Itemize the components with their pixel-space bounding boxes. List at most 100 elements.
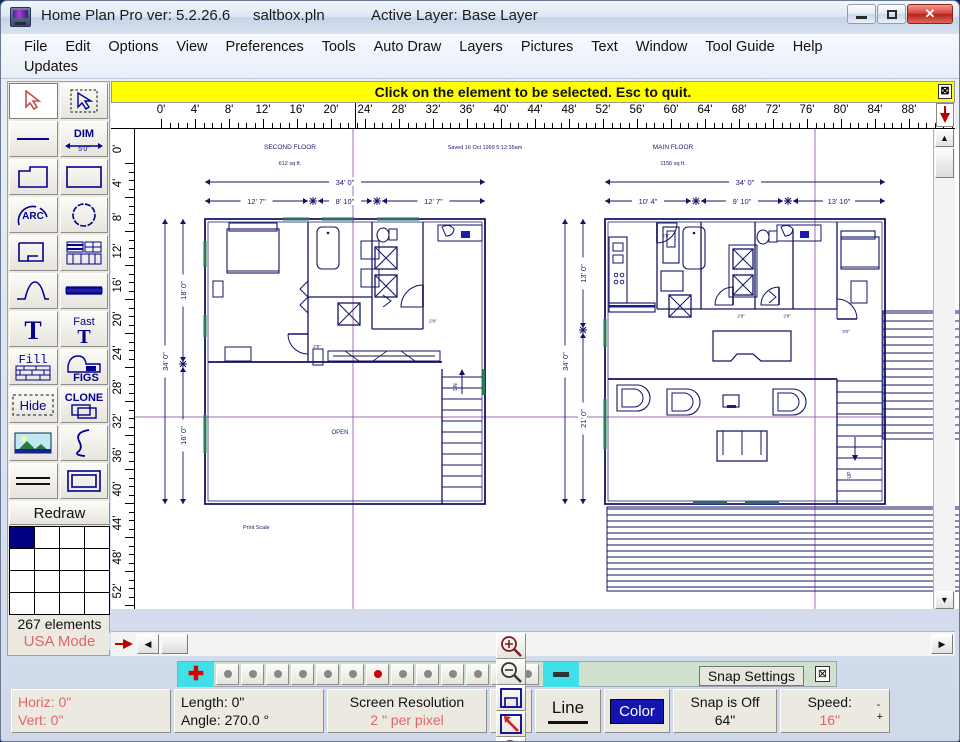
color-swatch[interactable]: [35, 571, 59, 592]
window-tool[interactable]: [59, 235, 108, 271]
layer-dot-button[interactable]: [391, 663, 414, 685]
zoom-window-button[interactable]: [496, 737, 526, 741]
layer-dot-button[interactable]: [216, 663, 239, 685]
scroll-down-button[interactable]: ▼: [935, 591, 954, 609]
remove-layer-button[interactable]: [543, 661, 579, 687]
ruler-label: 88': [901, 104, 917, 116]
horizontal-scroll-thumb[interactable]: [161, 634, 188, 654]
freehand-tool[interactable]: [59, 425, 108, 461]
text-tool[interactable]: T: [9, 311, 58, 347]
color-panel[interactable]: Color: [604, 689, 670, 733]
layer-dot-button[interactable]: [316, 663, 339, 685]
snap-panel[interactable]: Snap is Off 64": [673, 689, 777, 733]
frame-tool[interactable]: [59, 463, 108, 499]
menu-item-text[interactable]: Text: [582, 37, 627, 57]
color-swatch[interactable]: [10, 571, 34, 592]
zoom-previous-button[interactable]: [496, 711, 526, 737]
menu-item-help[interactable]: Help: [784, 37, 832, 57]
zoom-out-button[interactable]: [496, 659, 526, 685]
speed-spinner[interactable]: - +: [877, 699, 883, 723]
layer-dot-button[interactable]: [366, 663, 389, 685]
fast-text-tool[interactable]: Fast T: [59, 311, 108, 347]
drawing-canvas[interactable]: SECOND FLOOR 612 sq ft. Saved 16 Oct 1999 …: [135, 129, 959, 609]
layer-dot-button[interactable]: [266, 663, 289, 685]
zoom-in-button[interactable]: [496, 633, 526, 659]
color-swatch[interactable]: [60, 571, 84, 592]
color-swatch[interactable]: [60, 549, 84, 570]
snap-settings-button[interactable]: Snap Settings: [698, 666, 804, 686]
color-button[interactable]: Color: [610, 698, 664, 724]
arc-tool[interactable]: ARC: [9, 197, 58, 233]
horizontal-scrollbar[interactable]: ◀ ▶: [111, 631, 955, 656]
color-swatch[interactable]: [10, 593, 34, 614]
color-swatch[interactable]: [60, 527, 84, 548]
color-swatch[interactable]: [85, 549, 109, 570]
layer-dot-button[interactable]: [291, 663, 314, 685]
menu-item-preferences[interactable]: Preferences: [217, 37, 313, 57]
layer-dot-button[interactable]: [441, 663, 464, 685]
select-box-tool[interactable]: [59, 83, 108, 119]
double-line-tool[interactable]: [9, 463, 58, 499]
color-swatch[interactable]: [35, 593, 59, 614]
scroll-right-button[interactable]: ▶: [931, 634, 953, 654]
dimension-tool[interactable]: DIM 5'0": [59, 121, 108, 157]
minimize-button[interactable]: [847, 4, 876, 24]
vertical-ruler[interactable]: 0' 4' 8' 12' 16' 20' 24' 28' 32' 36' 40' 44' 48' 52': [111, 129, 135, 609]
add-layer-button[interactable]: ✚: [178, 661, 214, 687]
speed-increase-button[interactable]: +: [877, 711, 883, 723]
ruler-tick: [603, 119, 604, 128]
vertical-scrollbar[interactable]: ▲ ▼: [933, 103, 955, 609]
menu-item-layers[interactable]: Layers: [450, 37, 512, 57]
menu-item-edit[interactable]: Edit: [56, 37, 99, 57]
scroll-left-button[interactable]: ◀: [137, 634, 159, 654]
maximize-button[interactable]: [877, 4, 906, 24]
zoom-fit-button[interactable]: [496, 685, 526, 711]
hide-tool[interactable]: Hide: [9, 387, 58, 423]
layer-dot-button[interactable]: [416, 663, 439, 685]
menu-item-tools[interactable]: Tools: [313, 37, 365, 57]
horizontal-ruler[interactable]: 0' 4' 8' 12' 16' 20' 24' 28' 32' 36' 40' 44' 48' 52' 5…: [111, 103, 955, 129]
menu-item-tool-guide[interactable]: Tool Guide: [696, 37, 783, 57]
speed-panel[interactable]: Speed: 16" - +: [780, 689, 890, 733]
picture-tool[interactable]: [9, 425, 58, 461]
fill-tool[interactable]: Fill: [9, 349, 58, 385]
color-swatch[interactable]: [85, 527, 109, 548]
layer-dot-button[interactable]: [341, 663, 364, 685]
hint-close-button[interactable]: ⊠: [938, 84, 952, 99]
clone-tool[interactable]: CLONE: [59, 387, 108, 423]
speed-decrease-button[interactable]: -: [877, 699, 883, 711]
scroll-up-button[interactable]: ▲: [935, 129, 954, 147]
curve-tool[interactable]: [9, 273, 58, 309]
select-arrow-tool[interactable]: [9, 83, 58, 119]
menu-item-view[interactable]: View: [167, 37, 216, 57]
color-swatch[interactable]: [85, 593, 109, 614]
layer-dot-button[interactable]: [241, 663, 264, 685]
color-swatch[interactable]: [85, 571, 109, 592]
menu-item-file[interactable]: File: [15, 37, 56, 57]
color-swatch[interactable]: [35, 549, 59, 570]
menu-item-auto-draw[interactable]: Auto Draw: [365, 37, 451, 57]
beam-tool[interactable]: [59, 273, 108, 309]
color-swatch-grid[interactable]: [9, 526, 110, 615]
rectangle-tool[interactable]: [59, 159, 108, 195]
wall-tool[interactable]: [9, 235, 58, 271]
dot-row-close-button[interactable]: ⊠: [815, 666, 830, 682]
menu-item-updates[interactable]: Updates: [15, 57, 87, 77]
close-button[interactable]: ✕: [907, 4, 953, 24]
redraw-button[interactable]: Redraw: [9, 501, 110, 525]
line-tool[interactable]: [9, 121, 58, 157]
color-swatch[interactable]: [10, 527, 34, 548]
color-swatch[interactable]: [10, 549, 34, 570]
line-button[interactable]: Line: [548, 698, 588, 724]
circle-tool[interactable]: [59, 197, 108, 233]
color-swatch[interactable]: [35, 527, 59, 548]
menu-item-options[interactable]: Options: [99, 37, 167, 57]
color-swatch[interactable]: [60, 593, 84, 614]
layer-dot-button[interactable]: [466, 663, 489, 685]
menu-item-pictures[interactable]: Pictures: [512, 37, 582, 57]
menu-item-window[interactable]: Window: [627, 37, 697, 57]
polyline-tool[interactable]: [9, 159, 58, 195]
figures-tool[interactable]: FIGS: [59, 349, 108, 385]
line-style-panel[interactable]: Line: [535, 689, 601, 733]
vertical-scroll-thumb[interactable]: [935, 148, 954, 178]
